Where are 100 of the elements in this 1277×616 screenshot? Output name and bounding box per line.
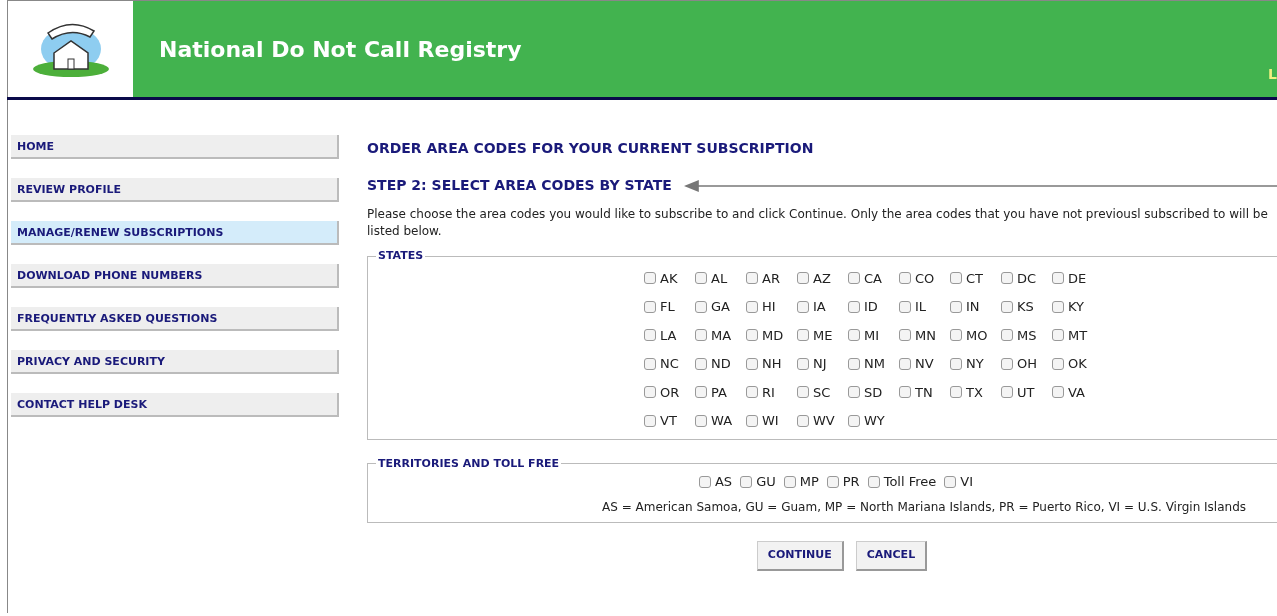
checkbox-label: CO: [915, 269, 935, 288]
checkbox[interactable]: [899, 386, 911, 399]
checkbox[interactable]: [1001, 329, 1013, 342]
checkbox-label: AZ: [813, 269, 831, 288]
checkbox-label: HI: [762, 298, 776, 316]
checkbox-label: MO: [966, 326, 988, 345]
checkbox[interactable]: [950, 272, 962, 285]
sidebar-link[interactable]: REVIEW PROFILE: [11, 178, 339, 202]
checkbox[interactable]: [899, 357, 911, 370]
checkbox[interactable]: [695, 386, 707, 399]
checkbox[interactable]: [644, 272, 656, 285]
checkbox-label: OK: [1068, 355, 1087, 373]
checkbox[interactable]: [695, 300, 707, 313]
checkbox[interactable]: [826, 475, 839, 488]
checkbox[interactable]: [1052, 386, 1064, 399]
checkbox[interactable]: [644, 300, 656, 313]
sidebar-link[interactable]: HOME: [11, 135, 339, 159]
checkbox[interactable]: [695, 329, 707, 342]
checkbox-label: ID: [864, 298, 878, 316]
checkbox[interactable]: [740, 475, 753, 488]
checkbox[interactable]: [644, 386, 656, 399]
checkbox[interactable]: [746, 414, 758, 427]
checkbox[interactable]: [848, 329, 860, 342]
checkbox-label: CA: [864, 269, 882, 288]
checkbox[interactable]: [644, 414, 656, 427]
checkbox[interactable]: [797, 272, 809, 285]
checkbox[interactable]: [950, 357, 962, 370]
checkbox[interactable]: [1001, 300, 1013, 313]
checkbox-label: KY: [1068, 298, 1084, 316]
territories-note: AS = American Samoa, GU = Guam, MP = North Mariana Islands, PR = Puerto Rico, VI = U.S. Virgin Islands: [601, 498, 1247, 516]
sidebar-link[interactable]: CONTACT HELP DESK: [11, 393, 339, 417]
checkbox[interactable]: [899, 272, 911, 285]
checkbox[interactable]: [848, 414, 860, 427]
checkbox-label: AS: [714, 473, 733, 491]
checkbox[interactable]: [746, 272, 758, 285]
checkbox[interactable]: [1052, 272, 1064, 285]
checkbox-label: WV: [813, 412, 835, 430]
checkbox-label: VT: [660, 412, 677, 430]
checkbox[interactable]: [746, 329, 758, 342]
checkbox-label: TN: [915, 383, 933, 402]
checkbox-label: MP: [799, 473, 819, 491]
checkbox[interactable]: [746, 386, 758, 399]
checkbox-label: AL: [711, 269, 728, 288]
checkbox-label: MN: [915, 326, 936, 345]
checkbox-label: MS: [1017, 326, 1037, 345]
form-button[interactable]: CONTINUE: [756, 540, 844, 571]
checkbox[interactable]: [950, 386, 962, 399]
checkbox[interactable]: [950, 300, 962, 313]
checkbox-label: UT: [1017, 383, 1035, 402]
checkbox[interactable]: [944, 475, 957, 488]
checkbox-label: IN: [966, 298, 980, 316]
checkbox[interactable]: [783, 475, 796, 488]
checkbox-label: MI: [864, 326, 880, 345]
sidebar-link[interactable]: DOWNLOAD PHONE NUMBERS: [11, 264, 339, 288]
checkbox[interactable]: [867, 475, 880, 488]
checkbox[interactable]: [695, 272, 707, 285]
checkbox[interactable]: [950, 329, 962, 342]
checkbox-label: SD: [864, 383, 883, 402]
checkbox[interactable]: [848, 272, 860, 285]
checkbox[interactable]: [797, 300, 809, 313]
checkbox[interactable]: [644, 357, 656, 370]
checkbox[interactable]: [695, 414, 707, 427]
sidebar-link[interactable]: PRIVACY AND SECURITY: [11, 350, 339, 374]
checkbox[interactable]: [644, 329, 656, 342]
checkbox[interactable]: [797, 329, 809, 342]
step-heading: STEP 2: SELECT AREA CODES BY STATE: [367, 176, 672, 195]
checkbox[interactable]: [899, 300, 911, 313]
checkbox-label: WY: [864, 412, 885, 430]
checkbox-label: MD: [762, 326, 784, 345]
checkbox[interactable]: [848, 386, 860, 399]
checkbox-label: VA: [1068, 383, 1085, 402]
checkbox[interactable]: [899, 329, 911, 342]
checkbox-label: DE: [1068, 269, 1087, 288]
checkbox[interactable]: [848, 357, 860, 370]
sidebar-link[interactable]: FREQUENTLY ASKED QUESTIONS: [11, 307, 339, 331]
checkbox[interactable]: [797, 357, 809, 370]
checkbox[interactable]: [797, 414, 809, 427]
checkbox-label: NH: [762, 355, 782, 373]
checkbox[interactable]: [1001, 386, 1013, 399]
checkbox[interactable]: [746, 300, 758, 313]
checkbox[interactable]: [1001, 272, 1013, 285]
checkbox[interactable]: [1052, 329, 1064, 342]
checkbox[interactable]: [1052, 300, 1064, 313]
sidebar-link[interactable]: MANAGE/RENEW SUBSCRIPTIONS: [11, 221, 339, 245]
checkbox-label: AK: [660, 269, 678, 288]
checkbox[interactable]: [1052, 357, 1064, 370]
checkbox-label: DC: [1017, 269, 1037, 288]
checkbox[interactable]: [797, 386, 809, 399]
group-legend: TERRITORIES AND TOLL FREE: [376, 455, 562, 472]
checkbox[interactable]: [848, 300, 860, 313]
form-button[interactable]: CANCEL: [855, 540, 928, 571]
checkbox-label: AR: [762, 269, 780, 288]
checkbox-label: NM: [864, 355, 885, 373]
checkbox-label: Toll Free: [883, 473, 937, 491]
checkbox[interactable]: [695, 357, 707, 370]
checkbox[interactable]: [1001, 357, 1013, 370]
checkbox[interactable]: [698, 475, 711, 488]
checkbox-label: NY: [966, 355, 984, 373]
checkbox[interactable]: [746, 357, 758, 370]
site-title: National Do Not Call Registry: [159, 35, 522, 64]
